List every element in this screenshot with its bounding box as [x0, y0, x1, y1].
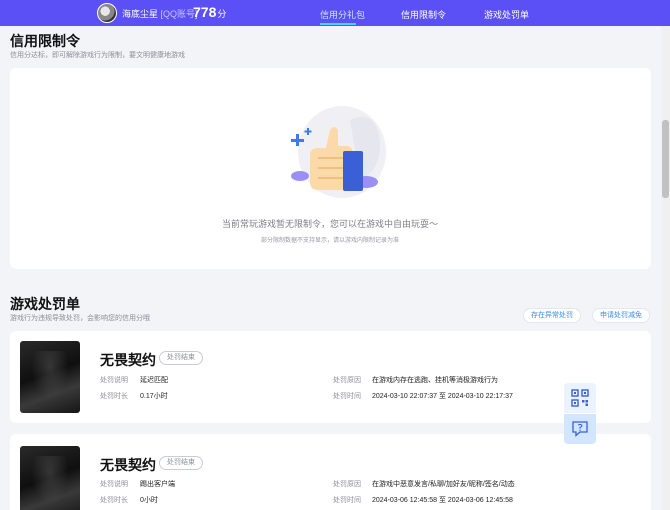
duration-value: 0.17小时 — [140, 393, 168, 400]
punishment-title: 游戏处罚单 — [10, 296, 80, 312]
status-badge: 处罚结束 — [159, 351, 203, 365]
score-value: 778 — [193, 4, 217, 20]
punishment-subtitle: 游戏行为违规导致处罚，会影响您的信用分哦 — [10, 315, 150, 322]
user-nickname: 海底尘星 [QQ账号] — [122, 7, 198, 20]
tab-credit-restriction[interactable]: 信用限制令 — [401, 8, 446, 21]
thumbs-up-illustration — [291, 106, 386, 198]
duration-value: 0小时 — [140, 497, 158, 504]
scrollbar-thumb[interactable] — [662, 120, 669, 198]
game-name: 无畏契约 — [100, 457, 156, 473]
scrollbar-track[interactable] — [661, 26, 670, 510]
score-unit: 分 — [217, 9, 227, 19]
duration-label: 处罚时长 — [100, 497, 128, 504]
empty-message: 当前常玩游戏暂无限制令，您可以在游戏中自由玩耍～ — [221, 219, 438, 229]
tab-credit-gift[interactable]: 信用分礼包 — [320, 8, 365, 21]
restriction-subtitle: 信用分达标，即可解除游戏行为限制，要文明健康地游戏 — [10, 52, 185, 59]
reason-label: 处罚原因 — [333, 377, 361, 384]
reason-label: 处罚原因 — [333, 481, 361, 488]
feedback-icon — [572, 421, 588, 437]
tab-active-indicator — [320, 23, 356, 25]
duration-label: 处罚时长 — [100, 393, 128, 400]
time-value: 2024-03-10 22:07:37 至 2024-03-10 22:17:3… — [372, 393, 513, 400]
credit-score: 778分 — [193, 4, 226, 20]
tab-game-punishment[interactable]: 游戏处罚单 — [484, 8, 529, 21]
qr-code-button[interactable] — [564, 383, 596, 413]
account-type: [QQ账号] — [160, 9, 198, 19]
status-badge: 处罚结束 — [159, 456, 203, 470]
punishment-card-1[interactable]: 无畏契约 处罚结束 处罚说明 延迟匹配 处罚时长 0.17小时 处罚原因 在游戏… — [10, 331, 651, 423]
avatar[interactable] — [97, 3, 117, 23]
explain-value: 踢出客户端 — [140, 481, 175, 488]
game-name: 无畏契约 — [100, 352, 156, 368]
explain-label: 处罚说明 — [100, 377, 128, 384]
game-cover — [20, 341, 80, 413]
empty-note: 部分限制数据不支持显示，请以游戏内限制记录为准 — [260, 238, 399, 244]
abnormal-punishment-button[interactable]: 存在异常处罚 — [523, 308, 581, 323]
explain-value: 延迟匹配 — [140, 377, 168, 384]
restriction-title: 信用限制令 — [10, 33, 80, 49]
explain-label: 处罚说明 — [100, 481, 128, 488]
feedback-button[interactable] — [564, 414, 596, 444]
apply-reduction-button[interactable]: 申请处罚减免 — [592, 308, 650, 323]
reason-value: 在游戏中恶意发言/私聊/加好友/昵称/签名/动态 — [372, 481, 515, 488]
time-label: 处罚时间 — [333, 497, 361, 504]
time-value: 2024-03-06 12:45:58 至 2024-03-06 12:45:5… — [372, 497, 513, 504]
reason-value: 在游戏内存在逃跑、挂机等消极游戏行为 — [372, 377, 498, 384]
time-label: 处罚时间 — [333, 393, 361, 400]
game-cover — [20, 446, 80, 510]
punishment-card-2[interactable]: 无畏契约 处罚结束 处罚说明 踢出客户端 处罚时长 0小时 处罚原因 在游戏中恶… — [10, 434, 651, 510]
nickname-text: 海底尘星 — [122, 9, 159, 19]
qr-code-icon — [571, 389, 589, 407]
